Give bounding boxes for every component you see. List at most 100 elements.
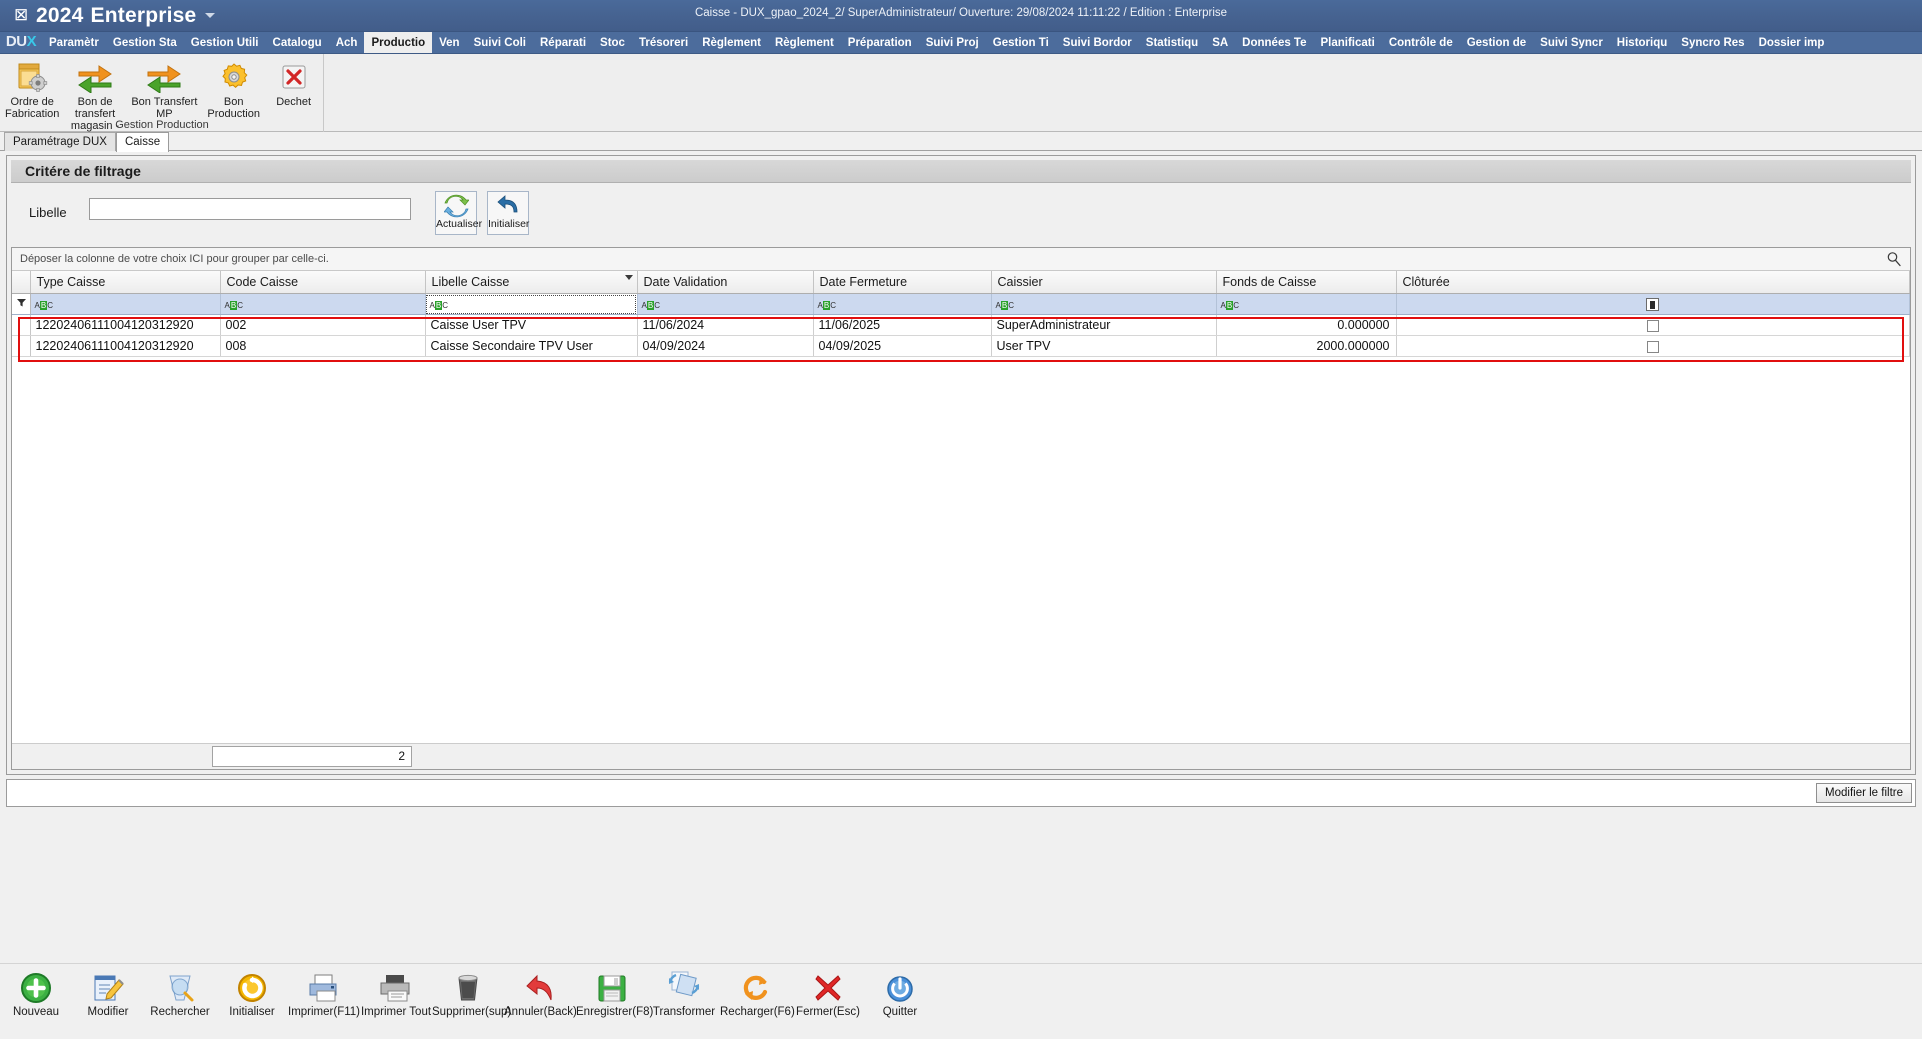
imprimer-tout-button[interactable]: Imprimer Tout [360,970,432,1019]
app-title-edition: Enterprise [90,4,197,27]
filter-cell-libelle-caisse[interactable]: ABC [425,293,638,315]
menu-item-suivi-coli[interactable]: Suivi Coli [467,32,533,53]
filter-cell-fonds-de-caisse[interactable]: ABC [1216,293,1397,315]
cell-date-validation[interactable]: 11/06/2024 [637,314,814,336]
tristate-checkbox-icon[interactable] [1646,298,1660,312]
cell-date-fermeture[interactable]: 04/09/2025 [813,335,992,357]
menu-item-suivi-bordor[interactable]: Suivi Bordor [1056,32,1139,53]
cell-libelle-caisse[interactable]: Caisse User TPV [425,314,638,336]
menu-item-stoc[interactable]: Stoc [593,32,632,53]
supprimer-button[interactable]: Supprimer(sup) [432,970,511,1019]
tab-caisse[interactable]: Caisse [115,132,170,152]
menu-item-syncro-res[interactable]: Syncro Res [1674,32,1751,53]
column-header-code-caisse[interactable]: Code Caisse [220,271,426,294]
column-header-cloturee[interactable]: Clôturée [1396,271,1910,294]
column-header-date-fermeture[interactable]: Date Fermeture [813,271,992,294]
grid-filter-row: ABC ABC ABC ABC ABC ABC ABC [12,293,1910,315]
window-close-icon[interactable]: ⊠ [14,5,28,25]
libelle-input[interactable] [89,198,411,220]
cell-libelle-caisse[interactable]: Caisse Secondaire TPV User [425,335,638,357]
rechercher-button[interactable]: Rechercher [144,970,216,1019]
filter-cell-cloturee[interactable] [1396,293,1910,315]
cell-type-caisse[interactable]: 12202406111004120312920 [30,314,221,336]
cell-type-caisse[interactable]: 12202406111004120312920 [30,335,221,357]
menu-item-productio[interactable]: Productio [364,32,433,53]
menu-item-param-tr[interactable]: Paramètr [42,32,106,53]
menu-item-planificati[interactable]: Planificati [1314,32,1382,53]
ribbon-button-bon-production[interactable]: Bon Production [199,58,268,122]
actualiser-button[interactable]: Actualiser [435,191,482,235]
menu-item-gestion-sta[interactable]: Gestion Sta [106,32,184,53]
ribbon-button-bon-transfert-mp[interactable]: Bon Transfert MP [130,58,199,122]
cell-date-fermeture[interactable]: 11/06/2025 [813,314,992,336]
menu-item-suivi-syncr[interactable]: Suivi Syncr [1533,32,1610,53]
cell-fonds-de-caisse[interactable]: 2000.000000 [1216,335,1397,357]
enregistrer-button[interactable]: Enregistrer(F8) [576,970,653,1019]
row-indicator-cell[interactable] [12,335,31,357]
transfer-arrows-icon [131,60,198,94]
cell-fonds-de-caisse[interactable]: 0.000000 [1216,314,1397,336]
menu-item-tr-soreri[interactable]: Trésoreri [632,32,695,53]
filter-cell-date-fermeture[interactable]: ABC [813,293,992,315]
annuler-button[interactable]: Annuler(Back) [504,970,577,1019]
initialiser-bottom-button[interactable]: Initialiser [216,970,288,1019]
cell-caissier[interactable]: User TPV [991,335,1217,357]
menu-item-donn-es-te[interactable]: Données Te [1235,32,1313,53]
cell-date-validation[interactable]: 04/09/2024 [637,335,814,357]
cell-code-caisse[interactable]: 002 [220,314,426,336]
filter-cell-code-caisse[interactable]: ABC [220,293,426,315]
menu-item-gestion-utili[interactable]: Gestion Utili [184,32,266,53]
menu-item-suivi-proj[interactable]: Suivi Proj [919,32,986,53]
transformer-button[interactable]: Transformer [648,970,720,1019]
column-header-caissier[interactable]: Caissier [991,271,1217,294]
menu-item-sa[interactable]: SA [1205,32,1235,53]
table-row[interactable]: 12202406111004120312920 002 Caisse User TP… [12,314,1910,336]
red-x-icon [269,60,318,94]
initialiser-button[interactable]: Initialiser [487,191,529,235]
row-indicator-cell[interactable] [12,314,31,336]
menu-item-r-glement[interactable]: Règlement [695,32,768,53]
checkbox-icon[interactable] [1646,340,1659,353]
column-header-date-validation[interactable]: Date Validation [637,271,814,294]
cell-cloturee[interactable] [1396,335,1910,357]
column-header-libelle-caisse[interactable]: Libelle Caisse [425,271,638,294]
menu-item-r-glement[interactable]: Règlement [768,32,841,53]
menu-item-dossier-imp[interactable]: Dossier imp [1752,32,1832,53]
chevron-down-icon[interactable] [205,13,215,18]
menu-item-ach[interactable]: Ach [329,32,365,53]
menu-item-r-parati[interactable]: Réparati [533,32,593,53]
menu-item-catalogu[interactable]: Catalogu [266,32,329,53]
nouveau-button[interactable]: Nouveau [0,970,72,1019]
menu-item-contr-le-de[interactable]: Contrôle de [1382,32,1460,53]
ribbon-button-ordre-de-fabrication[interactable]: Ordre de Fabrication [4,58,60,122]
fermer-button[interactable]: Fermer(Esc) [792,970,864,1019]
record-count-box: 2 [212,746,412,767]
main-content-panel: Critére de filtrage Libelle Actualiser I… [6,155,1916,775]
group-by-panel[interactable]: Déposer la colonne de votre choix ICI po… [12,248,1910,271]
abc-filter-icon: ABC [995,301,1014,310]
column-header-type-caisse[interactable]: Type Caisse [30,271,221,294]
menu-item-historiqu[interactable]: Historiqu [1610,32,1674,53]
filter-cell-type-caisse[interactable]: ABC [30,293,221,315]
cell-caissier[interactable]: SuperAdministrateur [991,314,1217,336]
menu-item-gestion-de[interactable]: Gestion de [1460,32,1533,53]
transform-icon [648,970,720,1000]
menu-item-gestion-ti[interactable]: Gestion Ti [986,32,1056,53]
checkbox-icon[interactable] [1646,319,1659,332]
filter-cell-caissier[interactable]: ABC [991,293,1217,315]
filter-cell-date-validation[interactable]: ABC [637,293,814,315]
column-header-fonds-de-caisse[interactable]: Fonds de Caisse [1216,271,1397,294]
cell-cloturee[interactable] [1396,314,1910,336]
modifier-le-filtre-button[interactable]: Modifier le filtre [1816,783,1912,803]
menu-item-pr-paration[interactable]: Préparation [841,32,919,53]
ribbon-button-dechet[interactable]: Dechet [268,58,319,110]
recharger-button[interactable]: Recharger(F6) [720,970,795,1019]
tab-parametrage-dux[interactable]: Paramétrage DUX [4,132,116,151]
menu-item-statistiqu[interactable]: Statistiqu [1139,32,1205,53]
menu-item-ven[interactable]: Ven [432,32,466,53]
cell-code-caisse[interactable]: 008 [220,335,426,357]
imprimer-button[interactable]: Imprimer(F11) [288,970,360,1019]
modifier-button[interactable]: Modifier [72,970,144,1019]
quitter-button[interactable]: Quitter [864,970,936,1019]
table-row[interactable]: 12202406111004120312920 008 Caisse Seconda… [12,335,1910,357]
